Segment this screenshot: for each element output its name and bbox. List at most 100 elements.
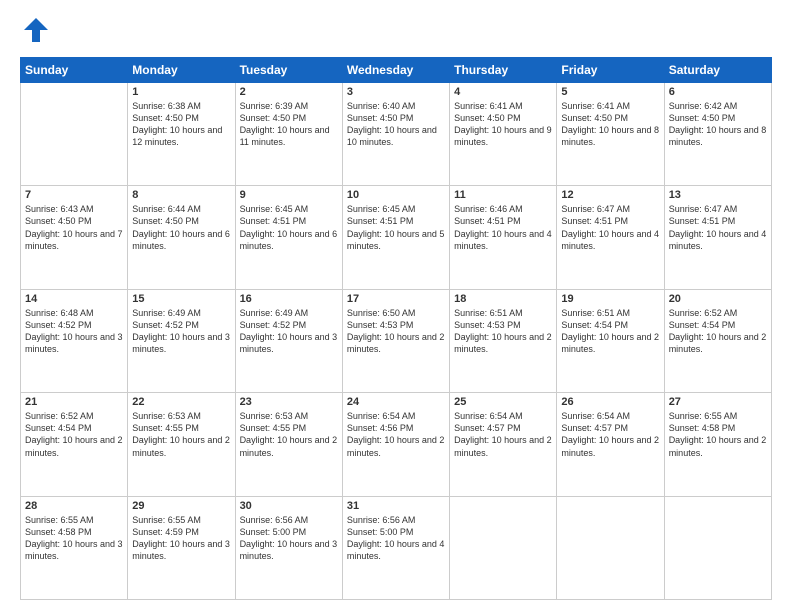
calendar-cell: 30 Sunrise: 6:56 AMSunset: 5:00 PMDayligh…: [235, 496, 342, 599]
calendar-cell: 25 Sunrise: 6:54 AMSunset: 4:57 PMDayligh…: [450, 393, 557, 496]
day-number: 29: [132, 500, 230, 512]
calendar-cell: 22 Sunrise: 6:53 AMSunset: 4:55 PMDayligh…: [128, 393, 235, 496]
day-number: 8: [132, 189, 230, 201]
day-number: 7: [25, 189, 123, 201]
day-info: Sunrise: 6:46 AMSunset: 4:51 PMDaylight:…: [454, 203, 552, 252]
day-header-friday: Friday: [557, 57, 664, 82]
day-number: 14: [25, 293, 123, 305]
day-number: 16: [240, 293, 338, 305]
day-number: 5: [561, 86, 659, 98]
day-info: Sunrise: 6:41 AMSunset: 4:50 PMDaylight:…: [561, 100, 659, 149]
day-info: Sunrise: 6:41 AMSunset: 4:50 PMDaylight:…: [454, 100, 552, 149]
day-info: Sunrise: 6:55 AMSunset: 4:58 PMDaylight:…: [25, 514, 123, 563]
day-header-saturday: Saturday: [664, 57, 771, 82]
logo: [20, 16, 50, 49]
day-info: Sunrise: 6:54 AMSunset: 4:57 PMDaylight:…: [454, 410, 552, 459]
day-header-monday: Monday: [128, 57, 235, 82]
calendar-cell: 14Sunrise: 6:48 AMSunset: 4:52 PMDayligh…: [21, 289, 128, 392]
calendar-cell: 5 Sunrise: 6:41 AMSunset: 4:50 PMDaylight…: [557, 82, 664, 185]
calendar-cell: 3 Sunrise: 6:40 AMSunset: 4:50 PMDaylight…: [342, 82, 449, 185]
day-info: Sunrise: 6:55 AMSunset: 4:59 PMDaylight:…: [132, 514, 230, 563]
day-info: Sunrise: 6:51 AMSunset: 4:53 PMDaylight:…: [454, 307, 552, 356]
calendar-cell: 21 Sunrise: 6:52 AMSunset: 4:54 PMDayligh…: [21, 393, 128, 496]
day-info: Sunrise: 6:45 AMSunset: 4:51 PMDaylight:…: [347, 203, 445, 252]
day-number: 15: [132, 293, 230, 305]
day-info: Sunrise: 6:38 AMSunset: 4:50 PMDaylight:…: [132, 100, 230, 149]
calendar-week-row: 1 Sunrise: 6:38 AMSunset: 4:50 PMDaylight…: [21, 82, 772, 185]
day-info: Sunrise: 6:52 AMSunset: 4:54 PMDaylight:…: [25, 410, 123, 459]
header: [20, 16, 772, 49]
calendar-cell: 16 Sunrise: 6:49 AMSunset: 4:52 PMDayligh…: [235, 289, 342, 392]
day-number: 1: [132, 86, 230, 98]
day-info: Sunrise: 6:54 AMSunset: 4:57 PMDaylight:…: [561, 410, 659, 459]
calendar-week-row: 14Sunrise: 6:48 AMSunset: 4:52 PMDayligh…: [21, 289, 772, 392]
calendar-cell: 8 Sunrise: 6:44 AMSunset: 4:50 PMDaylight…: [128, 186, 235, 289]
day-info: Sunrise: 6:40 AMSunset: 4:50 PMDaylight:…: [347, 100, 445, 149]
day-number: 13: [669, 189, 767, 201]
day-info: Sunrise: 6:49 AMSunset: 4:52 PMDaylight:…: [132, 307, 230, 356]
calendar-table: SundayMondayTuesdayWednesdayThursdayFrid…: [20, 57, 772, 600]
day-number: 31: [347, 500, 445, 512]
day-number: 30: [240, 500, 338, 512]
calendar-cell: 11 Sunrise: 6:46 AMSunset: 4:51 PMDayligh…: [450, 186, 557, 289]
calendar-cell: 2Sunrise: 6:39 AMSunset: 4:50 PMDaylight…: [235, 82, 342, 185]
day-info: Sunrise: 6:53 AMSunset: 4:55 PMDaylight:…: [240, 410, 338, 459]
day-header-sunday: Sunday: [21, 57, 128, 82]
calendar-cell: [450, 496, 557, 599]
day-number: 12: [561, 189, 659, 201]
day-header-thursday: Thursday: [450, 57, 557, 82]
day-number: 27: [669, 396, 767, 408]
calendar-cell: 7 Sunrise: 6:43 AMSunset: 4:50 PMDaylight…: [21, 186, 128, 289]
calendar-cell: 12 Sunrise: 6:47 AMSunset: 4:51 PMDayligh…: [557, 186, 664, 289]
day-number: 11: [454, 189, 552, 201]
day-number: 25: [454, 396, 552, 408]
day-info: Sunrise: 6:51 AMSunset: 4:54 PMDaylight:…: [561, 307, 659, 356]
day-info: Sunrise: 6:44 AMSunset: 4:50 PMDaylight:…: [132, 203, 230, 252]
calendar-cell: 28 Sunrise: 6:55 AMSunset: 4:58 PMDayligh…: [21, 496, 128, 599]
day-number: 3: [347, 86, 445, 98]
day-info: Sunrise: 6:55 AMSunset: 4:58 PMDaylight:…: [669, 410, 767, 459]
day-number: 18: [454, 293, 552, 305]
day-info: Sunrise: 6:43 AMSunset: 4:50 PMDaylight:…: [25, 203, 123, 252]
day-number: 23: [240, 396, 338, 408]
calendar-cell: [21, 82, 128, 185]
day-info: Sunrise: 6:54 AMSunset: 4:56 PMDaylight:…: [347, 410, 445, 459]
day-header-wednesday: Wednesday: [342, 57, 449, 82]
calendar-cell: 18 Sunrise: 6:51 AMSunset: 4:53 PMDayligh…: [450, 289, 557, 392]
day-number: 28: [25, 500, 123, 512]
day-info: Sunrise: 6:56 AMSunset: 5:00 PMDaylight:…: [240, 514, 338, 563]
day-info: Sunrise: 6:47 AMSunset: 4:51 PMDaylight:…: [669, 203, 767, 252]
calendar-cell: 29 Sunrise: 6:55 AMSunset: 4:59 PMDayligh…: [128, 496, 235, 599]
calendar-cell: 23 Sunrise: 6:53 AMSunset: 4:55 PMDayligh…: [235, 393, 342, 496]
logo-icon: [22, 16, 50, 44]
calendar-cell: 27 Sunrise: 6:55 AMSunset: 4:58 PMDayligh…: [664, 393, 771, 496]
day-number: 6: [669, 86, 767, 98]
calendar-cell: 20 Sunrise: 6:52 AMSunset: 4:54 PMDayligh…: [664, 289, 771, 392]
day-number: 22: [132, 396, 230, 408]
day-info: Sunrise: 6:47 AMSunset: 4:51 PMDaylight:…: [561, 203, 659, 252]
day-info: Sunrise: 6:50 AMSunset: 4:53 PMDaylight:…: [347, 307, 445, 356]
calendar-cell: 13 Sunrise: 6:47 AMSunset: 4:51 PMDayligh…: [664, 186, 771, 289]
day-number: 26: [561, 396, 659, 408]
day-info: Sunrise: 6:39 AMSunset: 4:50 PMDaylight:…: [240, 100, 338, 149]
calendar-cell: 15 Sunrise: 6:49 AMSunset: 4:52 PMDayligh…: [128, 289, 235, 392]
day-number: 10: [347, 189, 445, 201]
calendar-cell: 24 Sunrise: 6:54 AMSunset: 4:56 PMDayligh…: [342, 393, 449, 496]
day-number: 20: [669, 293, 767, 305]
calendar-cell: 1 Sunrise: 6:38 AMSunset: 4:50 PMDaylight…: [128, 82, 235, 185]
day-info: Sunrise: 6:45 AMSunset: 4:51 PMDaylight:…: [240, 203, 338, 252]
day-number: 17: [347, 293, 445, 305]
calendar-cell: 26 Sunrise: 6:54 AMSunset: 4:57 PMDayligh…: [557, 393, 664, 496]
day-info: Sunrise: 6:52 AMSunset: 4:54 PMDaylight:…: [669, 307, 767, 356]
day-number: 9: [240, 189, 338, 201]
day-number: 24: [347, 396, 445, 408]
day-info: Sunrise: 6:53 AMSunset: 4:55 PMDaylight:…: [132, 410, 230, 459]
calendar-header-row: SundayMondayTuesdayWednesdayThursdayFrid…: [21, 57, 772, 82]
day-header-tuesday: Tuesday: [235, 57, 342, 82]
calendar-week-row: 21 Sunrise: 6:52 AMSunset: 4:54 PMDayligh…: [21, 393, 772, 496]
day-number: 21: [25, 396, 123, 408]
day-info: Sunrise: 6:49 AMSunset: 4:52 PMDaylight:…: [240, 307, 338, 356]
calendar-cell: 31Sunrise: 6:56 AMSunset: 5:00 PMDayligh…: [342, 496, 449, 599]
calendar-cell: 9 Sunrise: 6:45 AMSunset: 4:51 PMDaylight…: [235, 186, 342, 289]
calendar-cell: 6Sunrise: 6:42 AMSunset: 4:50 PMDaylight…: [664, 82, 771, 185]
